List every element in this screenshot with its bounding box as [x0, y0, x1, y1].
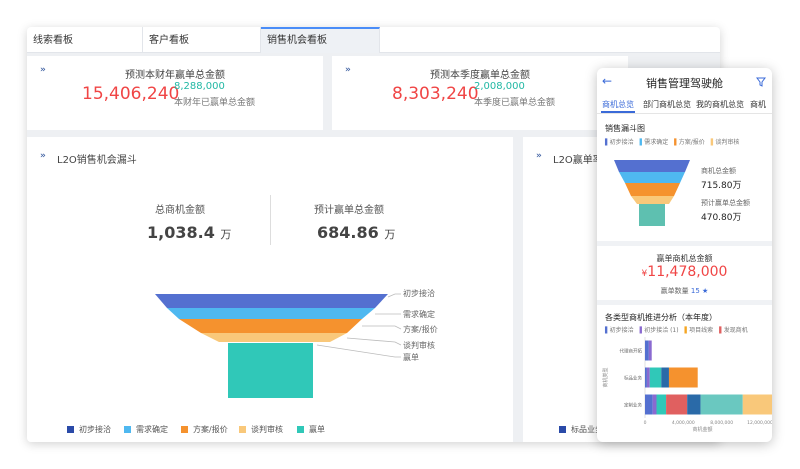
- funnel-stage-2[interactable]: [167, 308, 375, 319]
- legend-swatch: [559, 426, 566, 433]
- tab-label: 销售机会看板: [267, 35, 327, 46]
- bar-segment[interactable]: [645, 367, 647, 388]
- leader-line: [362, 325, 402, 330]
- legend-label: 方案/报价: [193, 425, 228, 434]
- section-divider: [597, 300, 772, 305]
- legend-label: 谈判审核: [251, 425, 283, 434]
- legend-label: 赢单: [309, 425, 325, 434]
- bar-segment[interactable]: [645, 340, 649, 361]
- leader-line: [316, 344, 401, 358]
- x-axis-label: 商机金额: [692, 426, 712, 433]
- bar-segment[interactable]: [668, 367, 698, 388]
- funnel-stage-3[interactable]: [179, 319, 362, 333]
- chevron-right-icon: »: [536, 151, 542, 161]
- legend-item[interactable]: 赢单: [297, 424, 325, 435]
- leader-line: [346, 337, 402, 346]
- forecast-value: 470.80万: [701, 213, 742, 223]
- funnel-label: 谈判审核: [403, 341, 435, 350]
- legend-swatch: [181, 426, 188, 433]
- kpi-secondary-label: 本财年已赢单总金额: [174, 98, 256, 108]
- bar-segment[interactable]: [666, 394, 688, 415]
- amount-value: 715.80万: [701, 181, 742, 191]
- funnel-label: 需求确定: [403, 310, 435, 319]
- kpi-secondary-value: 2,008,000: [474, 81, 525, 92]
- bar-segment[interactable]: [661, 367, 669, 388]
- leader-line: [387, 293, 401, 298]
- x-tick-label: 12,000,000: [747, 420, 772, 426]
- kpi-secondary-value: 8,288,000: [174, 81, 225, 92]
- y-axis-label: 商机类型: [602, 367, 609, 387]
- y-tick-label: 定制业务: [624, 402, 642, 409]
- bar-segment[interactable]: [700, 394, 743, 415]
- funnel-card: » L2O销售机会漏斗 总商机金额 1,038.4 万 预计赢单总金额 684.…: [27, 137, 513, 442]
- star-icon: ★: [702, 287, 709, 295]
- legend-label: 初步接洽: [79, 425, 111, 434]
- tab-label: 线索看板: [33, 35, 73, 46]
- legend-item[interactable]: 需求确定: [124, 424, 168, 435]
- card-title: L2O赢单率: [553, 155, 603, 166]
- tab-bar: 线索看板 客户看板 销售机会看板: [27, 27, 720, 53]
- funnel-stage-2[interactable]: [619, 172, 685, 183]
- kpi-value: 15,406,240: [82, 84, 180, 104]
- kpi-title: 预测本季度赢单总金额: [430, 70, 530, 81]
- count-label: 赢单数量: [660, 287, 689, 295]
- bar-section-title: 各类型商机推进分析（本年度）: [605, 313, 717, 322]
- funnel-label: 初步接洽: [403, 289, 435, 298]
- bar-segment[interactable]: [742, 394, 772, 415]
- kpi-value: 8,303,240: [392, 84, 479, 104]
- won-count: 赢单数量 15 ★: [597, 286, 772, 296]
- tab-opportunities[interactable]: 销售机会看板: [261, 27, 380, 53]
- y-tick-label: 标品业务: [624, 375, 642, 382]
- funnel-stage-5[interactable]: [228, 343, 313, 398]
- x-tick-label: 0: [644, 420, 647, 426]
- bar-segment[interactable]: [646, 367, 650, 388]
- x-tick-label: 8,000,000: [710, 420, 733, 426]
- funnel-stage-1[interactable]: [155, 294, 388, 308]
- bar-segment[interactable]: [656, 394, 667, 415]
- kpi-secondary-label: 本季度已赢单总金额: [474, 98, 556, 108]
- funnel-stage-4[interactable]: [631, 196, 674, 204]
- legend-item[interactable]: 初步接洽: [67, 424, 111, 435]
- x-tick-label: 4,000,000: [672, 420, 695, 426]
- stacked-bar-chart: 代理商开拓标品业务定制业务 0 4,000,000 8,000,000 12,000,0…: [602, 337, 772, 433]
- kpi-card-quarter: » 预测本季度赢单总金额 8,303,240 2,008,000 本季度已赢单总…: [332, 56, 628, 130]
- funnel-label: 方案/报价: [403, 325, 438, 334]
- tab-leads[interactable]: 线索看板: [27, 27, 143, 53]
- bar-segment[interactable]: [652, 394, 657, 415]
- legend-item[interactable]: 谈判审核: [239, 424, 283, 435]
- funnel-stage-3[interactable]: [625, 183, 680, 196]
- legend-swatch: [67, 426, 74, 433]
- legend-swatch: [124, 426, 131, 433]
- amount-label: 商机总金额: [701, 167, 736, 175]
- funnel-stage-5[interactable]: [639, 204, 665, 226]
- kpi-title: 预测本财年赢单总金额: [125, 70, 225, 81]
- section-divider: [597, 241, 772, 246]
- bar-segment[interactable]: [687, 394, 701, 415]
- legend-item[interactable]: 方案/报价: [181, 424, 228, 435]
- bar-segment[interactable]: [648, 340, 652, 361]
- tab-label: 客户看板: [149, 35, 189, 46]
- funnel-label: 赢单: [403, 353, 419, 362]
- funnel-stage-1[interactable]: [614, 160, 690, 172]
- y-tick-label: 代理商开拓: [620, 348, 643, 355]
- tab-customers[interactable]: 客户看板: [143, 27, 261, 53]
- won-amount-label: 赢单商机总金额: [656, 254, 713, 263]
- mobile-dashboard: ← 销售管理驾驶舱 商机总览 部门商机总览 我的商机总览 商机 销售漏斗图 ▌初…: [597, 68, 772, 442]
- legend-label: 需求确定: [136, 425, 168, 434]
- funnel-chart: [155, 293, 402, 398]
- forecast-label: 预计赢单总金额: [701, 199, 750, 207]
- bar-segment[interactable]: [649, 367, 662, 388]
- legend-swatch: [239, 426, 246, 433]
- value-text: 11,478,000: [647, 264, 728, 280]
- won-amount-value: ¥11,478,000: [597, 264, 772, 280]
- legend-swatch: [297, 426, 304, 433]
- funnel-stage-4[interactable]: [201, 333, 347, 342]
- kpi-card-fiscal-year: » 预测本财年赢单总金额 15,406,240 8,288,000 本财年已赢单…: [27, 56, 323, 130]
- count-value: 15: [690, 287, 700, 295]
- bar-segment[interactable]: [645, 394, 653, 415]
